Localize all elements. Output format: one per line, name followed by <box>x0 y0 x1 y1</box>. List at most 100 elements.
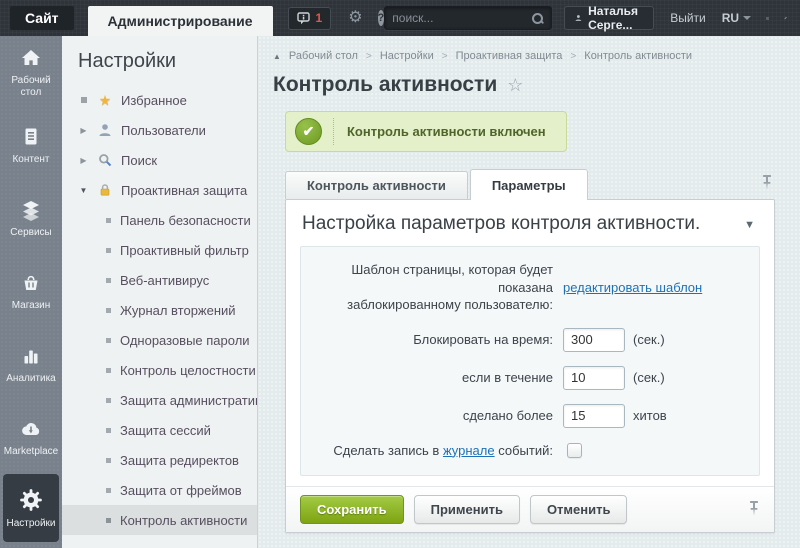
user-name: Наталья Серге... <box>588 4 643 32</box>
tab-site[interactable]: Сайт <box>10 6 74 30</box>
language-selector[interactable]: RU <box>722 11 751 25</box>
sidebar-subitem-web-antivirus[interactable]: Веб-антивирус <box>62 265 257 295</box>
sidebar-subitem-one-time-passwords[interactable]: Одноразовые пароли <box>62 325 257 355</box>
layers-icon <box>18 198 44 222</box>
rail-item-label: Контент <box>2 154 60 166</box>
rail-item-desktop[interactable]: Рабочий стол <box>0 36 62 109</box>
field-label-part: Сделать запись в <box>333 443 439 458</box>
rail-item-settings[interactable]: Настройки <box>3 474 59 542</box>
bullet-icon <box>78 97 89 103</box>
breadcrumb-item[interactable]: Настройки <box>380 50 434 62</box>
form-row-hits: сделано более хитов <box>301 404 759 428</box>
tab-parameters[interactable]: Параметры <box>470 169 588 200</box>
field-label: Сделать запись в журнале событий: <box>301 442 553 460</box>
chevron-right-icon[interactable]: ▶ <box>78 156 89 165</box>
logout-button[interactable]: Выйти <box>670 11 706 25</box>
tab-activity-control[interactable]: Контроль активности <box>285 171 468 199</box>
favorite-star-icon[interactable]: ☆ <box>507 76 523 94</box>
sidebar-item-favorites[interactable]: ★ Избранное <box>62 85 257 115</box>
rail-item-store[interactable]: Магазин <box>0 255 62 328</box>
sidebar-subitem-redirect-protection[interactable]: Защита редиректов <box>62 445 257 475</box>
status-banner-text: Контроль активности включен <box>347 124 546 139</box>
pin-icon[interactable] <box>761 175 773 190</box>
sidebar-item-label: Одноразовые пароли <box>120 333 250 348</box>
user-icon <box>97 123 113 137</box>
bullet-icon <box>106 338 111 343</box>
rail-item-label: Аналитика <box>2 373 60 385</box>
breadcrumb-item[interactable]: Рабочий стол <box>289 50 358 62</box>
sidebar-item-users[interactable]: ▶ Пользователи <box>62 115 257 145</box>
chevron-right-icon[interactable]: ▶ <box>78 126 89 135</box>
home-icon[interactable]: ▲ <box>273 52 281 61</box>
block-time-input[interactable] <box>563 328 625 352</box>
breadcrumb-item[interactable]: Проактивная защита <box>456 50 563 62</box>
rail-item-services[interactable]: Сервисы <box>0 182 62 255</box>
sidebar-subitem-frame-protection[interactable]: Защита от фреймов <box>62 475 257 505</box>
sidebar-item-label: Защита редиректов <box>120 453 239 468</box>
notification-bubble-icon <box>297 12 310 25</box>
search-input[interactable] <box>392 11 531 25</box>
pin-icon[interactable] <box>748 501 760 516</box>
sidebar-item-label: Защита сессий <box>120 423 211 438</box>
pin-icon[interactable] <box>780 11 792 24</box>
sidebar-item-proactive-protection[interactable]: ▼ Проактивная защита <box>62 175 257 205</box>
sidebar-item-label: Веб-антивирус <box>120 273 209 288</box>
chevron-down-icon[interactable]: ▼ <box>78 186 89 195</box>
save-button[interactable]: Сохранить <box>300 495 404 524</box>
collapse-section-icon[interactable]: ▼ <box>744 219 755 231</box>
hits-input[interactable] <box>563 404 625 428</box>
journal-checkbox[interactable] <box>567 443 582 458</box>
event-journal-link[interactable]: журнале <box>443 443 495 458</box>
field-unit: (сек.) <box>633 332 665 347</box>
bullet-icon <box>106 518 111 523</box>
sidebar-subitem-integrity-control[interactable]: Контроль целостности <box>62 355 257 385</box>
user-icon <box>575 12 582 24</box>
bullet-icon <box>106 488 111 493</box>
user-menu-button[interactable]: Наталья Серге... <box>564 6 654 30</box>
sidebar-subitem-admin-protection[interactable]: Защита административного ра <box>62 385 257 415</box>
field-label: если в течение <box>301 369 553 387</box>
interval-input[interactable] <box>563 366 625 390</box>
rail-item-analytics[interactable]: Аналитика <box>0 328 62 401</box>
form-row-interval: если в течение (сек.) <box>301 366 759 390</box>
breadcrumb-item[interactable]: Контроль активности <box>584 50 692 62</box>
search-box <box>384 6 552 30</box>
search-icon[interactable] <box>531 12 544 25</box>
gear-icon[interactable]: ⚙ <box>348 10 362 26</box>
edit-template-link[interactable]: редактировать шаблон <box>563 280 702 295</box>
sidebar-item-label: Защита от фреймов <box>120 483 242 498</box>
sidebar-subitem-security-panel[interactable]: Панель безопасности <box>62 205 257 235</box>
sidebar-subitem-activity-control[interactable]: Контроль активности <box>62 505 257 535</box>
topbar: Сайт Администрирование 1 ⚙ ? Наталья Сер… <box>0 0 800 36</box>
field-unit: хитов <box>633 408 667 423</box>
desktop-view-icon[interactable] <box>766 12 769 25</box>
field-label-line: Шаблон страницы, которая будет показана <box>351 262 553 295</box>
check-circle-icon: ✔ <box>295 118 322 145</box>
main-content: ▲ Рабочий стол > Настройки > Проактивная… <box>258 36 800 548</box>
sidebar-item-label: Избранное <box>121 93 187 108</box>
field-label: сделано более <box>301 407 553 425</box>
bullet-icon <box>106 368 111 373</box>
notifications-button[interactable]: 1 <box>288 7 332 30</box>
sidebar: Настройки ★ Избранное ▶ Пользователи ▶ П… <box>62 36 258 548</box>
cancel-button[interactable]: Отменить <box>530 495 628 524</box>
bullet-icon <box>106 278 111 283</box>
rail-item-label: Настройки <box>2 518 60 530</box>
bullet-icon <box>106 458 111 463</box>
rail-item-label: Магазин <box>2 300 60 312</box>
tab-administration[interactable]: Администрирование <box>88 6 273 36</box>
sidebar-item-label: Панель безопасности <box>120 213 251 228</box>
rail-item-marketplace[interactable]: Marketplace <box>0 401 62 474</box>
sidebar-subitem-session-protection[interactable]: Защита сессий <box>62 415 257 445</box>
settings-panel: Настройка параметров контроля активности… <box>285 199 775 533</box>
sidebar-subitem-intrusion-log[interactable]: Журнал вторжений <box>62 295 257 325</box>
sidebar-item-search[interactable]: ▶ Поиск <box>62 145 257 175</box>
notification-count-badge: 1 <box>316 11 323 25</box>
rail-item-label: Рабочий стол <box>2 75 60 99</box>
bullet-icon <box>106 308 111 313</box>
apply-button[interactable]: Применить <box>414 495 520 524</box>
help-icon[interactable]: ? <box>378 10 385 26</box>
rail-item-content[interactable]: Контент <box>0 109 62 182</box>
sidebar-subitem-proactive-filter[interactable]: Проактивный фильтр <box>62 235 257 265</box>
breadcrumb-separator: > <box>442 51 448 62</box>
